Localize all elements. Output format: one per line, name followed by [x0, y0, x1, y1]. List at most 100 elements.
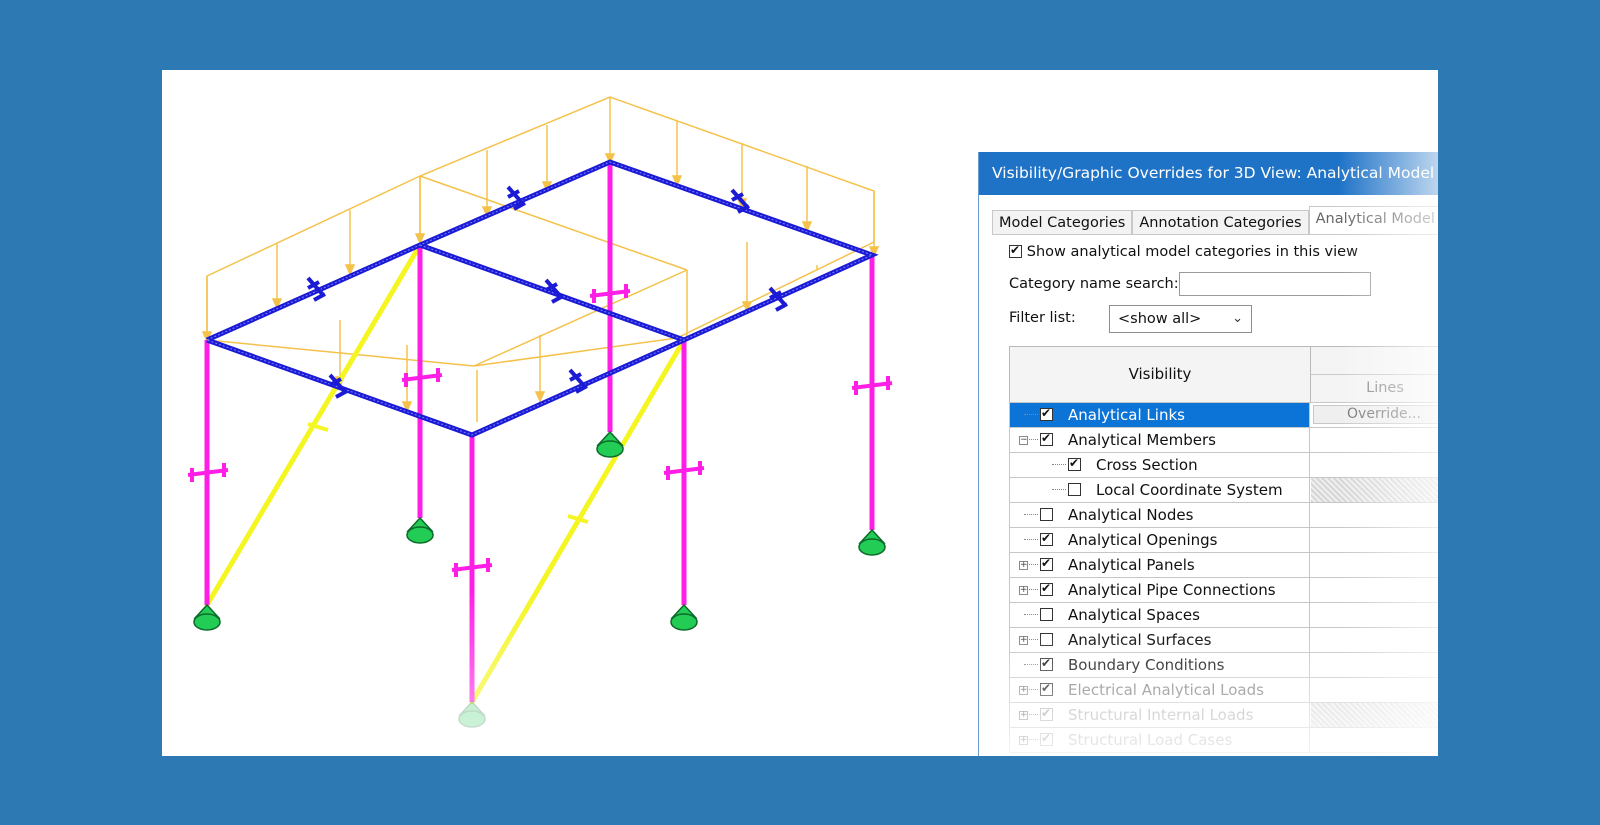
tree-connector	[1024, 714, 1038, 715]
lines-cell[interactable]	[1311, 503, 1438, 527]
tree-connector	[1024, 514, 1038, 515]
tree-connector	[1024, 439, 1038, 440]
visibility-checkbox[interactable]	[1040, 431, 1053, 446]
visibility-checkbox[interactable]	[1040, 656, 1053, 671]
visibility-checkbox[interactable]	[1040, 731, 1053, 746]
expand-icon[interactable]: +	[1019, 736, 1028, 745]
lines-cell[interactable]	[1311, 453, 1438, 477]
tab-bar: Model Categories Annotation Categories A…	[992, 206, 1438, 235]
table-row[interactable]: Local Coordinate System	[1009, 478, 1438, 503]
visibility-checkbox[interactable]	[1040, 508, 1053, 521]
table-row[interactable]: + Analytical Panels	[1009, 553, 1438, 578]
screenshot-card: Visibility/Graphic Overrides for 3D View…	[162, 70, 1438, 756]
category-label: Analytical Panels	[1068, 556, 1195, 574]
chevron-down-icon: ⌄	[1232, 311, 1243, 326]
row-name-cell: Analytical Links	[1010, 403, 1310, 427]
override-button[interactable]: Override...	[1313, 405, 1438, 424]
visibility-checkbox[interactable]	[1040, 531, 1053, 546]
tree-connector	[1052, 489, 1066, 490]
visibility-graphics-dialog: Visibility/Graphic Overrides for 3D View…	[978, 152, 1438, 756]
expand-icon[interactable]: +	[1019, 636, 1028, 645]
table-row[interactable]: Cross Section	[1009, 453, 1438, 478]
table-row[interactable]: Analytical Openings	[1009, 528, 1438, 553]
tree-connector	[1024, 739, 1038, 740]
table-row[interactable]: Analytical Links Override...	[1009, 402, 1438, 428]
tree-connector	[1024, 564, 1038, 565]
table-row[interactable]: + Electrical Analytical Loads	[1009, 678, 1438, 703]
show-analytical-checkbox[interactable]	[1009, 243, 1022, 258]
visibility-checkbox[interactable]	[1040, 681, 1053, 696]
category-label: Cross Section	[1096, 456, 1198, 474]
category-label: Analytical Surfaces	[1068, 631, 1212, 649]
category-grid: Visibility Lines Analytical Links Overrid…	[1009, 346, 1438, 753]
tree-connector	[1024, 414, 1038, 415]
lines-cell[interactable]	[1311, 553, 1438, 577]
lines-cell[interactable]	[1311, 703, 1438, 727]
lines-cell[interactable]	[1311, 653, 1438, 677]
dialog-title[interactable]: Visibility/Graphic Overrides for 3D View…	[979, 152, 1438, 195]
tab-annotation-categories[interactable]: Annotation Categories	[1132, 210, 1309, 235]
header-visibility[interactable]: Visibility	[1010, 347, 1311, 402]
brace-markers	[307, 422, 589, 524]
row-name-cell: Analytical Nodes	[1010, 503, 1310, 527]
table-row[interactable]: + Analytical Surfaces	[1009, 628, 1438, 653]
row-name-cell: − Analytical Members	[1010, 428, 1310, 452]
lines-cell[interactable]: Override...	[1311, 403, 1438, 427]
filter-list-select[interactable]: <show all> ⌄	[1109, 305, 1252, 333]
row-name-cell: + Analytical Pipe Connections	[1010, 578, 1310, 602]
category-label: Analytical Pipe Connections	[1068, 581, 1276, 599]
header-lines[interactable]: Lines	[1311, 375, 1438, 402]
tree-connector	[1024, 614, 1038, 615]
table-row[interactable]: Analytical Spaces	[1009, 603, 1438, 628]
column-section-icons	[187, 284, 893, 577]
row-name-cell: + Electrical Analytical Loads	[1010, 678, 1310, 702]
table-row[interactable]: Analytical Nodes	[1009, 503, 1438, 528]
analytical-model-view[interactable]	[162, 70, 962, 756]
visibility-checkbox[interactable]	[1040, 556, 1053, 571]
row-name-cell: Boundary Conditions	[1010, 653, 1310, 677]
expand-icon[interactable]: +	[1019, 586, 1028, 595]
expand-icon[interactable]: +	[1019, 686, 1028, 695]
tree-connector	[1024, 664, 1038, 665]
table-row[interactable]: + Analytical Pipe Connections	[1009, 578, 1438, 603]
lines-cell[interactable]	[1311, 678, 1438, 702]
tree-connector	[1024, 639, 1038, 640]
grid-header: Visibility Lines	[1009, 346, 1438, 402]
tab-analytical-model-categories[interactable]: Analytical Model Ca	[1308, 206, 1438, 235]
visibility-checkbox[interactable]	[1040, 633, 1053, 646]
visibility-checkbox[interactable]	[1068, 456, 1081, 471]
category-label: Structural Load Cases	[1068, 731, 1233, 749]
category-search-input[interactable]	[1179, 272, 1371, 296]
table-row[interactable]: + Structural Load Cases	[1009, 728, 1438, 753]
visibility-checkbox[interactable]	[1040, 706, 1053, 721]
category-label: Analytical Spaces	[1068, 606, 1200, 624]
row-name-cell: + Analytical Panels	[1010, 553, 1310, 577]
visibility-checkbox[interactable]	[1040, 406, 1053, 421]
visibility-checkbox[interactable]	[1040, 581, 1053, 596]
search-label: Category name search:	[1009, 276, 1179, 292]
row-name-cell: + Analytical Surfaces	[1010, 628, 1310, 652]
row-name-cell: Analytical Openings	[1010, 528, 1310, 552]
expand-icon[interactable]: +	[1019, 711, 1028, 720]
visibility-checkbox[interactable]	[1068, 483, 1081, 496]
lines-cell[interactable]	[1311, 478, 1438, 502]
table-row[interactable]: + Structural Internal Loads	[1009, 703, 1438, 728]
lines-cell[interactable]	[1311, 728, 1438, 752]
collapse-icon[interactable]: −	[1019, 436, 1028, 445]
row-name-cell: Analytical Spaces	[1010, 603, 1310, 627]
lines-cell[interactable]	[1311, 428, 1438, 452]
show-analytical-label: Show analytical model categories in this…	[1026, 244, 1358, 260]
tab-model-categories[interactable]: Model Categories	[992, 210, 1133, 235]
category-label: Electrical Analytical Loads	[1068, 681, 1264, 699]
grid-body: Analytical Links Override... − Analytical M…	[1009, 402, 1438, 753]
lines-cell[interactable]	[1311, 528, 1438, 552]
lines-cell[interactable]	[1311, 628, 1438, 652]
lines-cell[interactable]	[1311, 578, 1438, 602]
table-row[interactable]: Boundary Conditions	[1009, 653, 1438, 678]
table-row[interactable]: − Analytical Members	[1009, 428, 1438, 453]
visibility-checkbox[interactable]	[1040, 608, 1053, 621]
filter-value: <show all>	[1118, 311, 1202, 327]
lines-cell[interactable]	[1311, 603, 1438, 627]
expand-icon[interactable]: +	[1019, 561, 1028, 570]
category-label: Analytical Openings	[1068, 531, 1218, 549]
